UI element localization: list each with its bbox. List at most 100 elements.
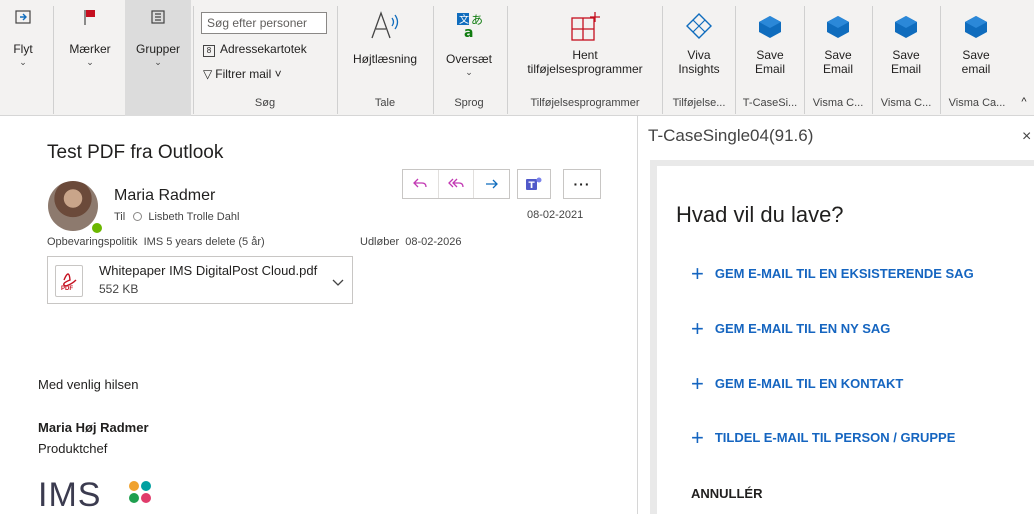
- reply-button[interactable]: [403, 170, 439, 198]
- attachment-name: Whitepaper IMS DigitalPost Cloud.pdf: [99, 263, 318, 278]
- adressekartotek-label: Adressekartotek: [220, 42, 307, 56]
- filtrer-mail-label: Filtrer mail ˅: [215, 67, 282, 81]
- group-icon: [151, 10, 165, 24]
- option-existing-case[interactable]: + GEM E-MAIL TIL EN EKSISTERENDE SAG: [691, 260, 974, 286]
- ribbon-separator: [337, 6, 338, 114]
- email-label: email: [961, 62, 991, 76]
- chevron-down-icon: ⌄: [19, 57, 27, 67]
- attachment-size: 552 KB: [99, 282, 139, 296]
- pdf-file-icon: PDF: [55, 265, 83, 297]
- chevron-down-icon: [332, 279, 344, 286]
- svg-text:あ: あ: [471, 13, 483, 27]
- save-label: Save: [824, 48, 852, 62]
- attachment-card[interactable]: PDF Whitepaper IMS DigitalPost Cloud.pdf…: [47, 256, 353, 304]
- grupper-label: Grupper: [135, 42, 181, 56]
- save-email-button-visma3[interactable]: Save email: [942, 14, 1010, 76]
- save-email-button-visma1[interactable]: Save Email: [806, 14, 870, 76]
- save-email-icon: [827, 16, 849, 38]
- more-icon: ···: [573, 176, 591, 192]
- ims-logo-graphic: IMS: [38, 476, 151, 514]
- sender-name[interactable]: Maria Radmer: [114, 187, 215, 205]
- option-assign[interactable]: + TILDEL E-MAIL TIL PERSON / GRUPPE: [691, 426, 955, 448]
- option-label: GEM E-MAIL TIL EN KONTAKT: [714, 376, 904, 391]
- group-label-tilfoejelsesprogrammer: Tilføjelsesprogrammer: [530, 97, 640, 109]
- search-people-input[interactable]: Søg efter personer: [201, 12, 327, 34]
- expiry: Udløber 08-02-2026: [360, 236, 462, 248]
- filtrer-mail-button[interactable]: ▽ Filtrer mail ˅: [203, 67, 282, 81]
- group-label-tilfoejelse: Tilføjelse...: [672, 97, 726, 109]
- oversaet-label: Oversæt: [445, 52, 492, 66]
- flyt-button[interactable]: Flyt ⌄: [8, 8, 38, 68]
- email-label: Email: [754, 62, 785, 76]
- ribbon-separator: [804, 6, 805, 114]
- teams-icon: T: [526, 177, 542, 191]
- viva-insights-button[interactable]: Viva Insights: [665, 10, 733, 76]
- chevron-down-icon: ⌄: [154, 57, 162, 67]
- option-contact[interactable]: + GEM E-MAIL TIL EN KONTAKT: [691, 370, 904, 396]
- ribbon: Flyt ⌄ Mærker ⌄ Grupper ⌄ Søg efter pers…: [0, 0, 1034, 116]
- hent-tilfoejelsesprogrammer-button[interactable]: Hent tilføjelsesprogrammer: [512, 10, 658, 76]
- pane-divider[interactable]: [637, 116, 638, 514]
- addin-heading: Hvad vil du lave?: [676, 202, 844, 227]
- plus-icon: +: [691, 260, 704, 286]
- signature-title: Produktchef: [38, 441, 108, 456]
- recipient-name[interactable]: Lisbeth Trolle Dahl: [148, 211, 239, 223]
- ribbon-separator: [433, 6, 434, 114]
- reply-all-button[interactable]: [439, 170, 475, 198]
- group-label-tale: Tale: [374, 97, 396, 109]
- save-email-icon: [759, 16, 781, 38]
- ims-logo: IMS: [38, 476, 162, 515]
- expiry-label: Udløber: [360, 236, 400, 248]
- cancel-button[interactable]: ANNULLÉR: [691, 486, 763, 501]
- more-actions-button[interactable]: ···: [563, 169, 601, 199]
- message-date: 08-02-2021: [527, 209, 584, 221]
- teams-share-button[interactable]: T: [517, 169, 551, 199]
- tilfoejelsesprogrammer-label: tilføjelsesprogrammer: [527, 62, 643, 76]
- reply-icon: [413, 178, 427, 188]
- insights-label: Insights: [678, 62, 720, 76]
- save-email-button-visma2[interactable]: Save Email: [874, 14, 938, 76]
- translate-icon: 文 a あ: [457, 13, 483, 40]
- ribbon-separator: [940, 6, 941, 114]
- move-folder-icon: [15, 10, 31, 24]
- group-label-visma3: Visma Ca...: [948, 97, 1006, 109]
- maerker-label: Mærker: [69, 42, 111, 56]
- oversaet-button[interactable]: 文 a あ Oversæt ⌄: [438, 10, 500, 78]
- plus-icon: +: [691, 315, 704, 341]
- presence-available-icon: [90, 221, 104, 235]
- svg-text:T: T: [529, 181, 536, 191]
- address-book-icon: 8: [203, 45, 215, 57]
- recipient-line: Til Lisbeth Trolle Dahl: [114, 211, 239, 223]
- read-aloud-icon: [371, 11, 399, 39]
- hent-label: Hent: [572, 48, 598, 62]
- ribbon-separator: [193, 6, 194, 114]
- maerker-button[interactable]: Mærker ⌄: [64, 8, 116, 68]
- signature-name: Maria Høj Radmer: [38, 420, 149, 435]
- save-label: Save: [962, 48, 990, 62]
- save-email-button-tcase[interactable]: Save Email: [738, 14, 802, 76]
- collapse-ribbon-chevron-icon[interactable]: ^: [1016, 96, 1032, 108]
- policy-label: Opbevaringspolitik: [47, 236, 138, 248]
- add-in-icon: [571, 12, 600, 41]
- to-prefix: Til: [114, 211, 126, 223]
- forward-button[interactable]: [474, 170, 509, 198]
- presence-unknown-icon: [133, 212, 143, 221]
- ribbon-separator: [507, 6, 508, 114]
- ribbon-separator: [662, 6, 663, 114]
- option-label: GEM E-MAIL TIL EN EKSISTERENDE SAG: [714, 266, 974, 281]
- viva-label: Viva: [687, 48, 711, 62]
- grupper-button[interactable]: Grupper ⌄: [128, 8, 188, 68]
- option-label: GEM E-MAIL TIL EN NY SAG: [714, 321, 891, 336]
- reply-all-icon: [448, 178, 464, 188]
- pdf-icon-text: PDF: [61, 286, 73, 292]
- plus-icon: +: [691, 370, 704, 396]
- reply-actions: [402, 169, 510, 199]
- attachment-menu-button[interactable]: [332, 274, 344, 292]
- viva-insights-icon: [686, 13, 712, 39]
- option-new-case[interactable]: + GEM E-MAIL TIL EN NY SAG: [691, 315, 891, 341]
- adressekartotek-button[interactable]: 8 Adressekartotek: [203, 42, 307, 57]
- group-label-tcase: T-CaseSi...: [742, 97, 798, 109]
- hojtlaesning-button[interactable]: Højtlæsning: [342, 10, 428, 66]
- close-icon[interactable]: ×: [1022, 128, 1031, 146]
- flag-icon: [84, 10, 95, 25]
